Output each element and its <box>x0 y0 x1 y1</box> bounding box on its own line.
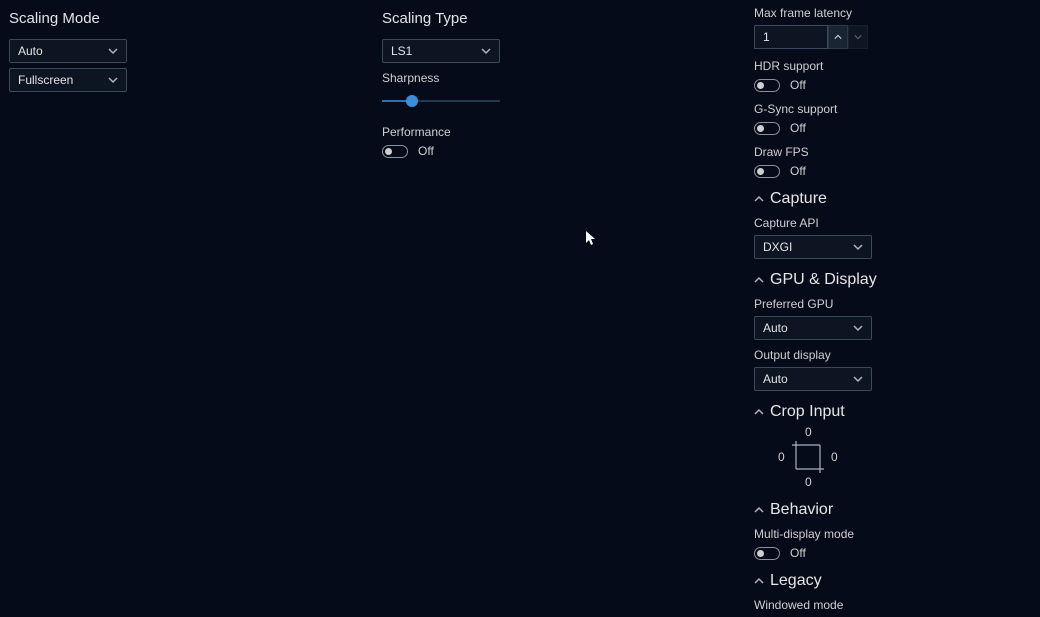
gsync-support-state: Off <box>790 121 806 135</box>
chevron-down-icon <box>854 33 862 41</box>
preferred-gpu-value: Auto <box>763 321 788 335</box>
gsync-support-label: G-Sync support <box>754 102 1004 116</box>
sharpness-slider[interactable] <box>382 91 500 111</box>
toggle-knob <box>757 82 764 89</box>
gsync-support-toggle[interactable] <box>754 122 780 135</box>
capture-api-label: Capture API <box>754 216 1004 230</box>
scaling-mode-dropdown-1-value: Auto <box>18 44 43 58</box>
scaling-type-dropdown[interactable]: LS1 <box>382 39 500 63</box>
crop-diagram: 0 0 0 0 <box>764 429 854 489</box>
capture-section-header[interactable]: Capture <box>754 190 1004 208</box>
sharpness-label: Sharpness <box>382 71 582 85</box>
chevron-up-icon <box>754 505 764 515</box>
chevron-up-icon <box>754 407 764 417</box>
performance-label: Performance <box>382 125 582 139</box>
crop-left-value: 0 <box>778 450 785 464</box>
scaling-mode-heading: Scaling Mode <box>9 10 189 27</box>
crop-input-section-header[interactable]: Crop Input <box>754 403 1004 421</box>
multi-display-label: Multi-display mode <box>754 527 1004 541</box>
toggle-knob <box>385 148 392 155</box>
output-display-value: Auto <box>763 372 788 386</box>
preferred-gpu-dropdown[interactable]: Auto <box>754 316 872 340</box>
scaling-type-dropdown-value: LS1 <box>391 44 412 58</box>
chevron-up-icon <box>754 194 764 204</box>
chevron-up-icon <box>754 275 764 285</box>
crop-top-value: 0 <box>805 425 812 439</box>
scaling-type-heading: Scaling Type <box>382 10 582 27</box>
legacy-section-header[interactable]: Legacy <box>754 572 1004 590</box>
chevron-down-icon <box>853 242 863 252</box>
capture-section-title: Capture <box>770 190 827 208</box>
hdr-support-toggle[interactable] <box>754 79 780 92</box>
output-display-dropdown[interactable]: Auto <box>754 367 872 391</box>
chevron-down-icon <box>108 75 118 85</box>
output-display-label: Output display <box>754 348 1004 362</box>
max-frame-latency-spinner[interactable]: 1 <box>754 25 1004 49</box>
chevron-down-icon <box>853 374 863 384</box>
max-frame-latency-label: Max frame latency <box>754 6 1004 20</box>
multi-display-state: Off <box>790 546 806 560</box>
hdr-support-state: Off <box>790 78 806 92</box>
scaling-mode-dropdown-1[interactable]: Auto <box>9 39 127 63</box>
mouse-cursor-icon <box>586 231 598 247</box>
toggle-knob <box>757 550 764 557</box>
scaling-mode-dropdown-2-value: Fullscreen <box>18 73 73 87</box>
toggle-knob <box>757 168 764 175</box>
crop-input-section-title: Crop Input <box>770 403 845 421</box>
max-frame-latency-value[interactable]: 1 <box>754 25 828 49</box>
chevron-down-icon <box>108 46 118 56</box>
capture-api-dropdown[interactable]: DXGI <box>754 235 872 259</box>
draw-fps-toggle[interactable] <box>754 165 780 178</box>
crop-right-value: 0 <box>831 450 838 464</box>
preferred-gpu-label: Preferred GPU <box>754 297 1004 311</box>
behavior-section-header[interactable]: Behavior <box>754 501 1004 519</box>
crop-rect-icon <box>792 441 824 473</box>
chevron-down-icon <box>481 46 491 56</box>
chevron-down-icon <box>853 323 863 333</box>
chevron-up-icon <box>834 33 842 41</box>
spinner-down-button[interactable] <box>848 25 868 49</box>
windowed-mode-label: Windowed mode <box>754 598 1004 612</box>
spinner-up-button[interactable] <box>828 25 848 49</box>
performance-toggle-state: Off <box>418 144 434 158</box>
crop-bottom-value: 0 <box>805 475 812 489</box>
scaling-mode-dropdown-2[interactable]: Fullscreen <box>9 68 127 92</box>
legacy-section-title: Legacy <box>770 572 822 590</box>
behavior-section-title: Behavior <box>770 501 833 519</box>
draw-fps-state: Off <box>790 164 806 178</box>
slider-thumb[interactable] <box>406 95 418 107</box>
toggle-knob <box>757 125 764 132</box>
gpu-display-section-title: GPU & Display <box>770 271 877 289</box>
capture-api-value: DXGI <box>763 240 792 254</box>
draw-fps-label: Draw FPS <box>754 145 1004 159</box>
gpu-display-section-header[interactable]: GPU & Display <box>754 271 1004 289</box>
hdr-support-label: HDR support <box>754 59 1004 73</box>
performance-toggle[interactable] <box>382 145 408 158</box>
multi-display-toggle[interactable] <box>754 547 780 560</box>
